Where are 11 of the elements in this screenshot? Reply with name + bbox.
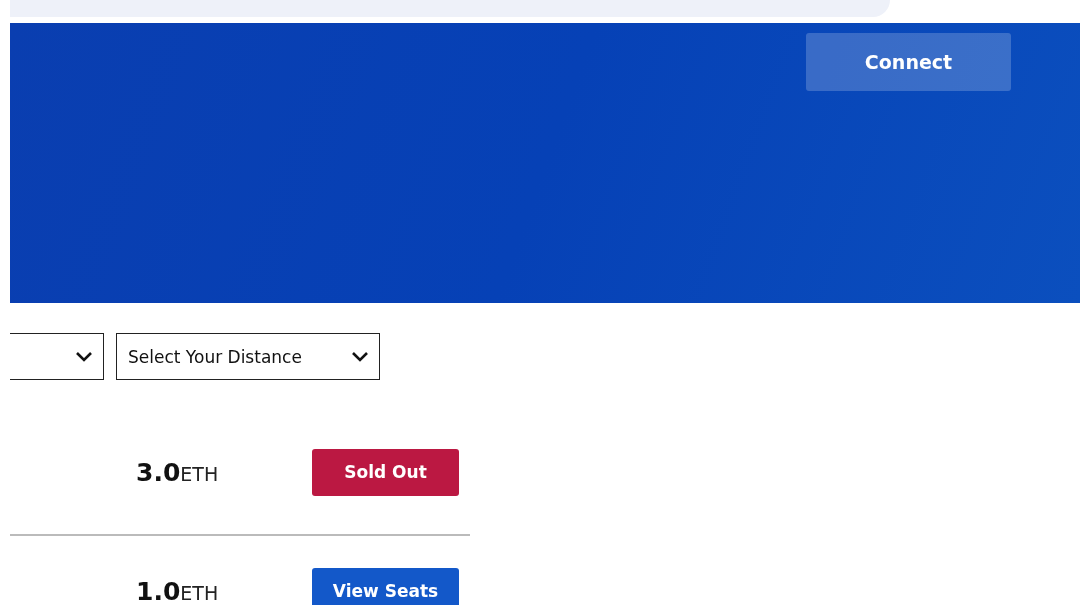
view-seats-button[interactable]: View Seats (312, 567, 459, 605)
currency-unit: ETH (180, 462, 219, 485)
chevron-down-icon (75, 350, 93, 363)
dropdown[interactable] (10, 333, 104, 380)
connect-button[interactable]: Connect (806, 33, 1011, 91)
price-value: 1.0 (136, 576, 181, 605)
sold-out-button[interactable]: Sold Out (312, 448, 459, 496)
dropdown[interactable]: Select Your Distance (116, 333, 380, 380)
price-value: 3.0 (136, 457, 181, 487)
currency-unit: ETH (180, 581, 219, 604)
chevron-down-icon (351, 350, 369, 363)
